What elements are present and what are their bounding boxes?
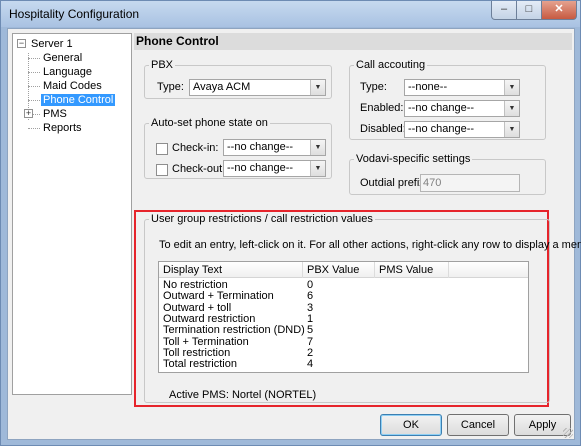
- minimize-button[interactable]: –: [491, 1, 517, 20]
- outdial-prefix-field[interactable]: 470: [420, 174, 520, 192]
- ca-type-select[interactable]: --none-- ▼: [404, 79, 520, 96]
- tree-connector: [28, 128, 40, 129]
- tree-connector: [28, 100, 40, 101]
- tree-item-reports[interactable]: Reports: [41, 121, 84, 135]
- window-title: Hospitality Configuration: [9, 7, 140, 21]
- column-header-display-text[interactable]: Display Text: [159, 262, 303, 278]
- tree-item-general[interactable]: General: [41, 51, 84, 65]
- pbx-group: PBX Type: Avaya ACM ▼: [144, 59, 332, 99]
- checkin-select[interactable]: --no change-- ▼: [223, 139, 326, 156]
- chevron-down-icon: ▼: [504, 101, 519, 116]
- cell-display-text: Total restriction: [163, 358, 237, 371]
- pbx-type-value: Avaya ACM: [193, 81, 251, 93]
- dialog-client-area: − Server 1 General Language Maid Codes P…: [7, 28, 581, 440]
- autoset-group: Auto-set phone state on Check-in: --no c…: [144, 117, 332, 179]
- active-pms-label: Active PMS: Nortel (NORTEL): [169, 389, 317, 401]
- chevron-down-icon: ▼: [504, 122, 519, 137]
- tree-connector: [33, 114, 40, 115]
- cell-pbx-value: 3: [307, 301, 314, 314]
- ca-disabled-value: --no change--: [408, 123, 475, 135]
- resize-grip-icon[interactable]: [563, 428, 573, 438]
- table-header: Display Text PBX Value PMS Value: [159, 262, 528, 278]
- ca-enabled-value: --no change--: [408, 102, 475, 114]
- navigation-tree: − Server 1 General Language Maid Codes P…: [12, 33, 132, 395]
- table-row[interactable]: Outward + Termination 6: [159, 291, 528, 302]
- close-button[interactable]: ✕: [541, 1, 577, 20]
- ca-enabled-label: Enabled:: [360, 102, 404, 114]
- checkout-checkbox[interactable]: [156, 164, 168, 176]
- chevron-down-icon: ▼: [310, 80, 325, 95]
- tree-item-phone-control[interactable]: Phone Control: [41, 93, 116, 107]
- expand-icon[interactable]: +: [24, 109, 33, 118]
- chevron-down-icon: ▼: [504, 80, 519, 95]
- cell-display-text: Outward + Termination: [163, 290, 274, 303]
- column-header-pms-value[interactable]: PMS Value: [375, 262, 449, 278]
- call-accounting-legend: Call accouting: [356, 59, 426, 71]
- table-row[interactable]: Toll + Termination 7: [159, 335, 528, 348]
- pbx-type-select[interactable]: Avaya ACM ▼: [189, 79, 326, 96]
- ca-type-value: --none--: [408, 81, 448, 93]
- cell-pbx-value: 7: [307, 335, 314, 348]
- pbx-type-label: Type:: [157, 81, 184, 93]
- chevron-down-icon: ▼: [310, 140, 325, 155]
- ca-disabled-label: Disabled:: [360, 123, 406, 135]
- tree-connector: [28, 58, 40, 59]
- call-accounting-group: Call accouting Type: --none-- ▼ Enabled:…: [349, 59, 546, 140]
- cell-pbx-value: 6: [307, 290, 314, 303]
- page-title: Phone Control: [134, 33, 572, 50]
- cell-display-text: Toll + Termination: [163, 335, 249, 348]
- tree-item-pms[interactable]: PMS: [41, 107, 69, 121]
- ca-enabled-select[interactable]: --no change-- ▼: [404, 100, 520, 117]
- tree-item-language[interactable]: Language: [41, 65, 94, 79]
- cell-pbx-value: 4: [307, 358, 314, 371]
- table-row[interactable]: Termination restriction (DND) 5: [159, 325, 528, 336]
- cancel-button[interactable]: Cancel: [447, 414, 509, 436]
- table-row[interactable]: Total restriction 4: [159, 359, 528, 370]
- column-header-pbx-value[interactable]: PBX Value: [303, 262, 375, 278]
- restrictions-legend: User group restrictions / call restricti…: [151, 213, 373, 225]
- cell-pbx-value: 5: [307, 324, 314, 337]
- outdial-label: Outdial prefix:: [360, 177, 428, 189]
- checkin-checkbox[interactable]: [156, 143, 168, 155]
- collapse-icon[interactable]: −: [17, 39, 26, 48]
- title-bar: Hospitality Configuration – □ ✕: [1, 1, 580, 27]
- tree-item-maid-codes[interactable]: Maid Codes: [41, 79, 104, 93]
- maximize-button[interactable]: □: [516, 1, 542, 20]
- cell-display-text: Outward + toll: [163, 301, 232, 314]
- checkin-label: Check-in:: [172, 142, 219, 154]
- tree-item-server-1[interactable]: Server 1: [29, 37, 75, 51]
- vodavi-legend: Vodavi-specific settings: [356, 153, 471, 165]
- ok-button[interactable]: OK: [380, 414, 442, 436]
- app-window: Hospitality Configuration – □ ✕ − Server…: [0, 0, 581, 446]
- vodavi-group: Vodavi-specific settings Outdial prefix:…: [349, 153, 546, 195]
- ca-disabled-select[interactable]: --no change-- ▼: [404, 121, 520, 138]
- checkout-select[interactable]: --no change-- ▼: [223, 160, 326, 177]
- checkin-value: --no change--: [227, 141, 294, 153]
- chevron-down-icon: ▼: [310, 161, 325, 176]
- checkout-label: Check-out:: [172, 163, 226, 175]
- ca-type-label: Type:: [360, 81, 387, 93]
- restrictions-table[interactable]: Display Text PBX Value PMS Value No rest…: [158, 261, 529, 373]
- checkout-value: --no change--: [227, 162, 294, 174]
- table-row[interactable]: Outward + toll 3: [159, 301, 528, 314]
- tree-connector: [28, 72, 40, 73]
- pbx-legend: PBX: [151, 59, 174, 71]
- restrictions-instructions: To edit an entry, left-click on it. For …: [159, 239, 581, 251]
- autoset-legend: Auto-set phone state on: [151, 117, 268, 129]
- tree-connector: [28, 86, 40, 87]
- cell-display-text: Termination restriction (DND): [163, 324, 305, 337]
